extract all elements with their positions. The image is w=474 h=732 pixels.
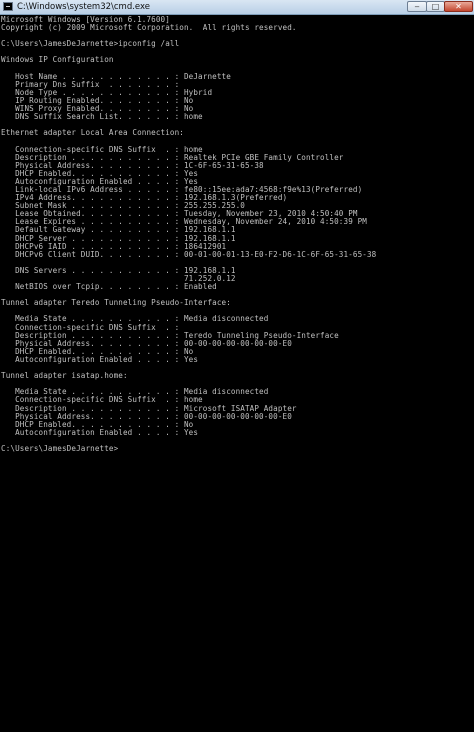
console-line: Autoconfiguration Enabled . . . . : Yes: [1, 427, 199, 437]
console-line: Tunnel adapter isatap.home:: [1, 371, 128, 381]
cmd-icon[interactable]: [3, 2, 13, 11]
console-line: Autoconfiguration Enabled . . . . : Yes: [1, 354, 199, 364]
console-line: Copyright (c) 2009 Microsoft Corporation…: [1, 23, 297, 33]
window-title: C:\Windows\system32\cmd.exe: [17, 2, 151, 12]
console-line: DNS Suffix Search List. . . . . . : home: [1, 112, 203, 122]
console-line: DHCPv6 Client DUID. . . . . . . . : 00-0…: [1, 249, 377, 259]
console-line: Windows IP Configuration: [1, 55, 114, 65]
console-line: Tunnel adapter Teredo Tunneling Pseudo-I…: [1, 298, 231, 308]
console-line: C:\Users\JamesDeJarnette>: [1, 443, 119, 453]
minimize-button[interactable]: ‒: [407, 1, 427, 12]
console-line: C:\Users\JamesDeJarnette>ipconfig /all: [1, 39, 180, 49]
console-line: Ethernet adapter Local Area Connection:: [1, 128, 184, 138]
close-button[interactable]: ✕: [444, 1, 473, 12]
cmd-window: C:\Windows\system32\cmd.exe ‒ □ ✕ Micros…: [0, 0, 474, 732]
console-output[interactable]: Microsoft Windows [Version 6.1.7600] Copy…: [0, 15, 474, 732]
console-line: NetBIOS over Tcpip. . . . . . . . : Enab…: [1, 282, 217, 292]
maximize-button[interactable]: □: [426, 1, 445, 12]
title-bar[interactable]: C:\Windows\system32\cmd.exe ‒ □ ✕: [0, 0, 474, 15]
